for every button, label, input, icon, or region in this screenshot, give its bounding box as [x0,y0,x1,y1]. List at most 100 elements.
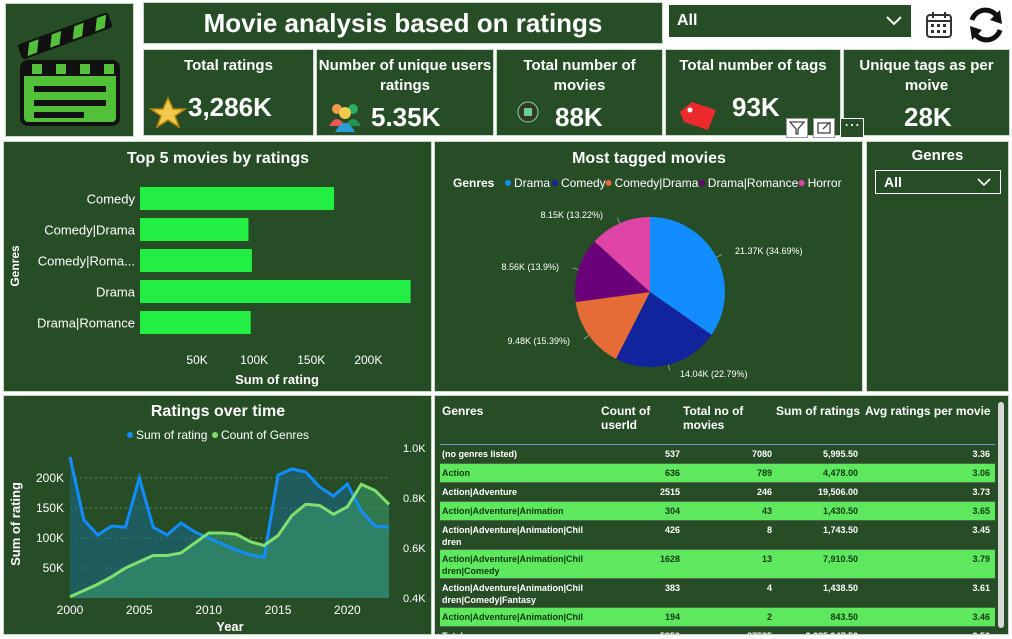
legend-title: Genres [453,176,495,190]
cell-user-count: 304 [664,506,680,516]
legend-marker [798,180,805,186]
table-row[interactable]: Action|Adventure|Animation 304 43 1,430.50 3… [440,502,995,521]
y-tick-label-right: 0.4K [403,593,426,605]
expand-icon [817,121,831,134]
col-header-movies[interactable]: Total no of movies [683,404,763,432]
col-header-sum[interactable]: Sum of ratings [776,404,860,418]
refresh-icon[interactable] [966,6,1006,44]
genres-table-panel: Genres Count of userId Total no of movie… [434,395,1009,635]
genres-slicer-value: All [884,174,902,190]
cell-genre: (no genres listed) [442,449,518,459]
cell-movie-count: 7080 [751,449,772,459]
y-axis-label: Sum of rating [8,482,23,566]
table-row[interactable]: Action|Adventure 2515 246 19,506.00 3.73 [440,483,995,502]
cell-user-count: 383 [664,583,680,593]
kpi-value: 5.35K [371,102,441,132]
x-tick-label: 2015 [265,603,292,617]
table-row[interactable]: Action|Adventure|Animation|Chil dren|Com… [440,579,995,608]
table-row[interactable]: Action 636 789 4,478.00 3.06 [440,464,995,483]
cell-sum-of-ratings: 1,438.50 [822,583,858,593]
table-row[interactable]: (no genres listed) 537 7080 5,995.50 3.36 [440,445,995,464]
kpi-total-tags: Total number of tags 93K [665,49,841,138]
legend-entry: Count of Genres [221,428,309,442]
focus-mode-button[interactable] [813,118,835,138]
cell-movie-count: 4 [766,583,772,593]
legend-marker [698,180,705,186]
cell-genre: Action|Adventure|Animation|Chil dren [442,525,584,547]
legend-entry: Sum of rating [136,428,207,442]
cell-user-count: 426 [664,525,680,535]
cell-genre: Action|Adventure|Animation|Chil dren|Com… [442,554,584,576]
cell-sum-of-ratings: 3,285,947.50 [772,630,858,634]
x-tick-label: 200K [354,353,382,367]
table-row[interactable]: Action|Adventure|Animation|Chil dren 426 8… [440,521,995,550]
slice-leader-line [616,217,621,224]
dashboard-title: Movie analysis based on ratings [203,7,603,38]
genres-slicer-dropdown[interactable]: All [875,170,1001,194]
cell-sum-of-ratings: 4,478.00 [822,468,858,478]
ratings-over-time-chart: Ratings over time Sum of rating Count of G… [8,403,426,634]
table-header: Genres Count of userId Total no of movie… [440,402,995,445]
genres-slicer-panel: Genres All [866,141,1009,392]
legend-marker [552,180,558,186]
chevron-down-icon [886,16,902,26]
chart-title: Ratings over time [151,403,285,420]
kpi-label: Unique tags as per moive [859,57,994,94]
y-tick-label-left: 100K [36,531,64,545]
slice-leader-line [583,335,590,340]
more-options-icon: ⋯ [844,117,860,134]
table-row[interactable]: Action|Adventure|Animation|Chil 194 2 843.5… [440,608,995,627]
x-tick-label: 50K [186,353,207,367]
slice-data-label: 8.56K (13.9%) [501,262,559,272]
legend-entry: Horror [808,176,842,190]
toolbar-icons [916,2,1012,46]
genres-slicer-title: Genres [911,147,964,164]
slice-leader-line [667,364,671,371]
bar-category-label: Drama|Romance [37,316,135,331]
bar [140,249,252,272]
cell-user-count: 5350 [600,630,680,634]
cell-movie-count: 789 [756,468,772,478]
kpi-value: 3,286K [188,92,272,122]
table-scrollbar[interactable] [998,402,1004,628]
y-tick-label-left: 200K [36,471,64,485]
table-body: (no genres listed) 537 7080 5,995.50 3.36 Act… [440,445,995,634]
calendar-icon[interactable] [924,10,954,40]
pie-chart-panel: Most tagged movies Genres Drama Comedy Comed… [434,141,863,392]
legend-entry: Comedy [561,176,606,190]
y-tick-label-left: 50K [43,561,64,575]
cell-genre: Action [442,468,470,478]
cell-genre: Action|Adventure|Animation [442,506,564,516]
y-tick-label-right: 1.0K [403,443,426,455]
table-row[interactable]: Action|Adventure|Animation|Chil dren|Com… [440,550,995,579]
kpi-total-movies: Total number of movies 88K [496,49,663,136]
kpi-label: Total number of tags [679,57,827,74]
kpi-unique-tags: Unique tags as per moive 28K [843,49,1010,136]
kpi-value: 88K [555,102,603,132]
x-tick-label: 2010 [195,603,222,617]
y-tick-label-left: 150K [36,501,64,515]
cell-avg-rating: 3.79 [972,554,990,564]
top-filter-dropdown[interactable]: All [668,4,912,38]
col-header-avg[interactable]: Avg ratings per movie [865,404,991,418]
cell-genre: Total [442,630,592,634]
cell-movie-count: 2 [766,612,772,622]
tag-icon [680,102,716,130]
x-tick-label: 2000 [57,603,84,617]
col-header-users[interactable]: Count of userId [601,404,661,432]
cell-movie-count: 8 [766,525,772,535]
filter-button[interactable] [786,118,808,138]
cell-sum-of-ratings: 7,910.50 [822,554,858,564]
cell-user-count: 1628 [659,554,680,564]
legend-entry: Drama [514,176,550,190]
x-tick-label: 150K [297,353,325,367]
bar [140,187,335,210]
bar-category-label: Comedy|Roma... [38,254,135,269]
cell-avg-rating: 3.46 [972,612,990,622]
more-options-button[interactable]: ⋯ [840,118,864,138]
star-icon [148,96,188,128]
table-total-row[interactable]: Total 5350875853,285,947.503.56 [440,627,995,634]
legend-marker [505,180,511,186]
col-header-genres[interactable]: Genres [442,404,483,418]
cell-user-count: 2515 [659,487,680,497]
